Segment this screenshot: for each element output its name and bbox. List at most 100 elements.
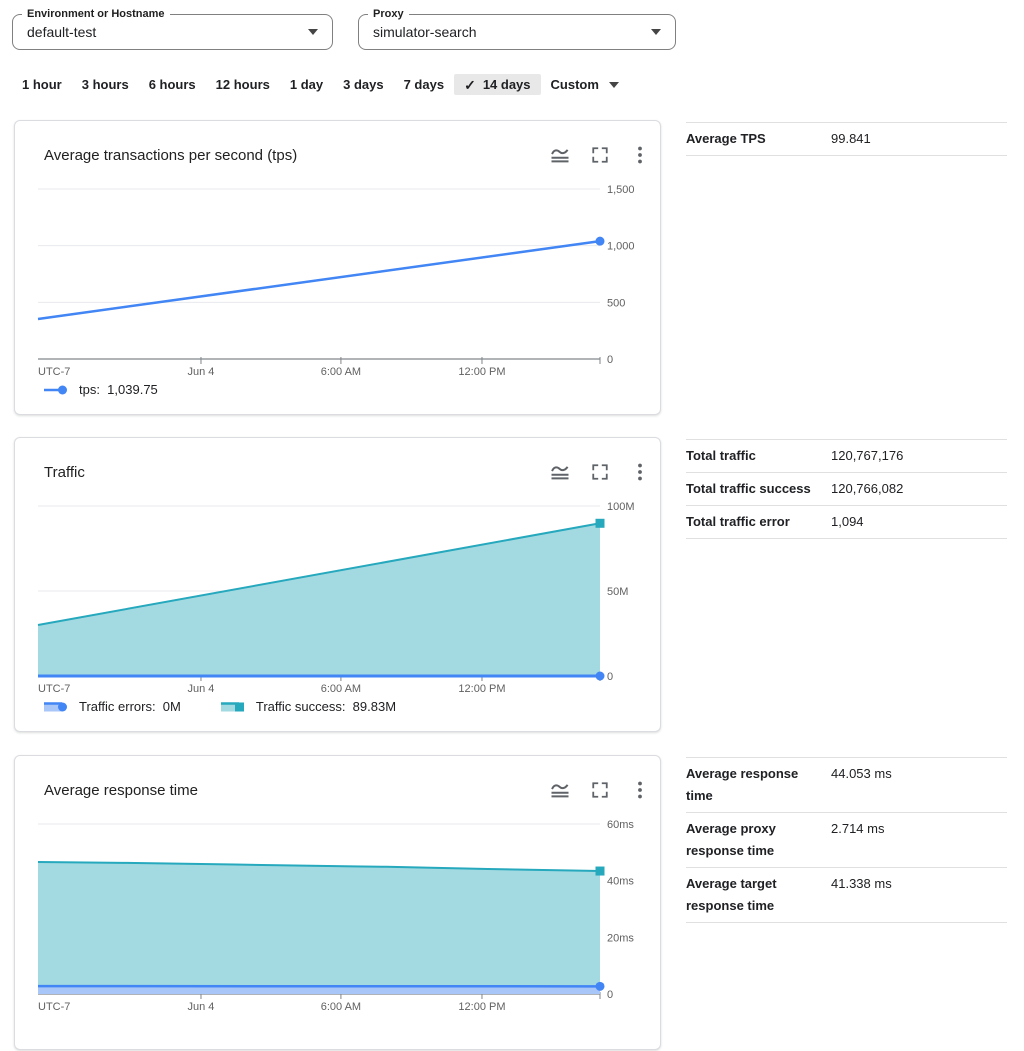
svg-text:UTC-7: UTC-7 <box>38 366 70 378</box>
time-range-6-hours[interactable]: 6 hours <box>139 74 206 95</box>
stat-label: Average target response time <box>686 873 831 917</box>
legend-item: tps: 1,039.75 <box>44 382 158 397</box>
svg-text:12:00 PM: 12:00 PM <box>458 683 505 695</box>
stat-label: Average proxy response time <box>686 818 831 862</box>
chart-title: Average transactions per second (tps) <box>44 147 297 164</box>
svg-text:12:00 PM: 12:00 PM <box>458 366 505 378</box>
svg-text:Jun 4: Jun 4 <box>188 366 215 378</box>
chart-card-tps: Average transactions per second (tps) 0 5… <box>14 120 661 415</box>
svg-text:0: 0 <box>607 989 613 1001</box>
time-range-custom[interactable]: Custom <box>541 74 629 95</box>
time-range-1-hour[interactable]: 1 hour <box>12 74 72 95</box>
stat-row: Average TPS99.841 <box>686 123 1007 156</box>
time-range-label: 3 days <box>343 77 383 92</box>
stacked-line-chart-icon[interactable] <box>548 778 572 802</box>
time-range-3-hours[interactable]: 3 hours <box>72 74 139 95</box>
svg-text:50M: 50M <box>607 586 628 598</box>
stat-row: Average proxy response time2.714 ms <box>686 813 1007 868</box>
more-vert-icon[interactable] <box>628 460 652 484</box>
dropdown-arrow-icon <box>308 29 318 35</box>
legend-marker-icon <box>44 383 70 397</box>
fullscreen-icon[interactable] <box>588 778 612 802</box>
time-range-label: 1 day <box>290 77 323 92</box>
chart-legend: tps: 1,039.75 <box>44 382 158 397</box>
stat-label: Total traffic error <box>686 511 831 533</box>
time-range-label: Custom <box>551 77 599 92</box>
fullscreen-icon[interactable] <box>588 143 612 167</box>
time-range-label: 1 hour <box>22 77 62 92</box>
svg-text:60ms: 60ms <box>607 819 634 831</box>
stat-row: Average target response time41.338 ms <box>686 868 1007 923</box>
more-vert-icon[interactable] <box>628 143 652 167</box>
time-range-7-days[interactable]: 7 days <box>394 74 454 95</box>
dropdown-arrow-icon <box>651 29 661 35</box>
legend-item: Traffic errors: 0M <box>44 699 181 714</box>
stats-table-traffic: Total traffic120,767,176Total traffic su… <box>686 439 1007 539</box>
svg-text:100M: 100M <box>607 501 635 513</box>
svg-text:1,000: 1,000 <box>607 241 635 253</box>
check-icon: ✓ <box>464 78 476 92</box>
environment-select[interactable]: Environment or Hostname default-test <box>12 14 333 50</box>
chart-title: Traffic <box>44 464 85 481</box>
stats-table-tps: Average TPS99.841 <box>686 122 1007 156</box>
stat-value: 44.053 ms <box>831 763 892 785</box>
stat-label: Total traffic success <box>686 478 831 500</box>
legend-label: tps: 1,039.75 <box>79 382 158 397</box>
stat-value: 1,094 <box>831 511 864 533</box>
stat-row: Average response time44.053 ms <box>686 758 1007 813</box>
stat-value: 120,767,176 <box>831 445 903 467</box>
environment-select-label: Environment or Hostname <box>22 8 170 20</box>
time-range-label: 3 hours <box>82 77 129 92</box>
svg-text:0: 0 <box>607 671 613 683</box>
chart-card-traffic: Traffic 0 50M 100M Jun 4 6:00 AM 12:00 PM UTC-… <box>14 437 661 732</box>
filters-bar: Environment or Hostname default-test Pro… <box>12 14 676 50</box>
stat-row: Total traffic success120,766,082 <box>686 473 1007 506</box>
time-range-tabs: 1 hour 3 hours 6 hours 12 hours 1 day 3 days 7… <box>12 74 629 95</box>
chart-actions <box>548 778 652 802</box>
legend-marker-icon <box>44 700 70 714</box>
chart-actions <box>548 143 652 167</box>
chart-title: Average response time <box>44 782 198 799</box>
stat-value: 99.841 <box>831 128 871 150</box>
stat-value: 120,766,082 <box>831 478 903 500</box>
stacked-line-chart-icon[interactable] <box>548 143 572 167</box>
svg-text:6:00 AM: 6:00 AM <box>321 683 361 695</box>
stat-row: Total traffic error1,094 <box>686 506 1007 539</box>
time-range-label: 7 days <box>404 77 444 92</box>
fullscreen-icon[interactable] <box>588 460 612 484</box>
more-vert-icon[interactable] <box>628 778 652 802</box>
stat-label: Average TPS <box>686 128 831 150</box>
environment-select-value: default-test <box>27 24 96 40</box>
stats-table-response-time: Average response time44.053 msAverage pr… <box>686 757 1007 923</box>
time-range-label: 12 hours <box>216 77 270 92</box>
proxy-select-value: simulator-search <box>373 24 476 40</box>
legend-label: Traffic success: 89.83M <box>256 699 396 714</box>
proxy-select-label: Proxy <box>368 8 409 20</box>
svg-text:500: 500 <box>607 297 625 309</box>
time-range-14-days[interactable]: ✓ 14 days <box>454 74 540 95</box>
time-range-label: 14 days <box>483 77 531 92</box>
legend-marker-icon <box>221 700 247 714</box>
chart-legend: Traffic errors: 0M Traffic success: 89.83… <box>44 699 396 714</box>
svg-text:UTC-7: UTC-7 <box>38 683 70 695</box>
time-range-12-hours[interactable]: 12 hours <box>206 74 280 95</box>
stacked-line-chart-icon[interactable] <box>548 460 572 484</box>
svg-text:40ms: 40ms <box>607 876 634 888</box>
proxy-select[interactable]: Proxy simulator-search <box>358 14 676 50</box>
legend-item: Traffic success: 89.83M <box>221 699 396 714</box>
time-range-3-days[interactable]: 3 days <box>333 74 393 95</box>
stat-label: Total traffic <box>686 445 831 467</box>
time-range-1-day[interactable]: 1 day <box>280 74 333 95</box>
svg-text:6:00 AM: 6:00 AM <box>321 366 361 378</box>
svg-text:0: 0 <box>607 354 613 366</box>
dropdown-arrow-icon <box>609 82 619 88</box>
stat-label: Average response time <box>686 763 831 807</box>
legend-label: Traffic errors: 0M <box>79 699 181 714</box>
chart-actions <box>548 460 652 484</box>
time-range-label: 6 hours <box>149 77 196 92</box>
stat-value: 2.714 ms <box>831 818 884 840</box>
chart-card-response-time: Average response time 020ms40ms60msJun 4… <box>14 755 661 1050</box>
svg-text:Jun 4: Jun 4 <box>188 683 215 695</box>
stat-row: Total traffic120,767,176 <box>686 440 1007 473</box>
stat-value: 41.338 ms <box>831 873 892 895</box>
